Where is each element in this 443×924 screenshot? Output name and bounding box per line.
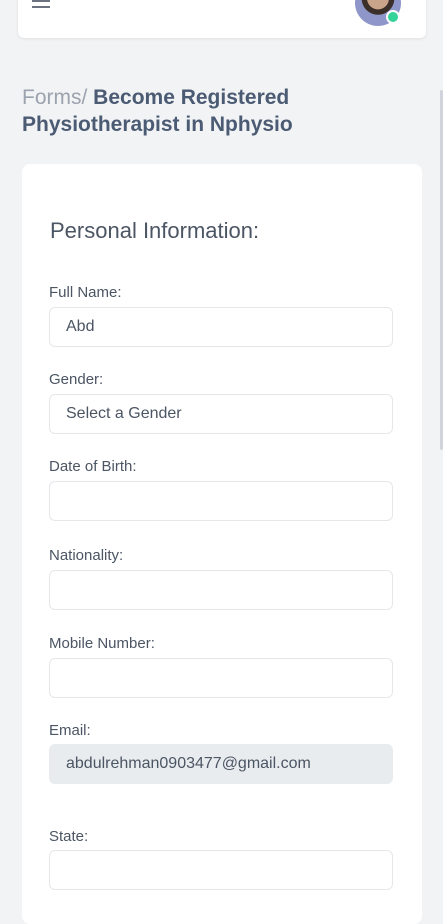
gender-select[interactable]: Select a Gender <box>49 394 393 434</box>
mobile-field[interactable] <box>49 658 393 698</box>
email-label: Email: <box>49 722 91 739</box>
dob-field[interactable] <box>49 481 393 521</box>
full-name-field[interactable] <box>49 307 393 347</box>
section-title: Personal Information: <box>50 218 260 243</box>
nationality-field[interactable] <box>49 570 393 610</box>
mobile-input[interactable] <box>66 659 376 697</box>
user-avatar[interactable] <box>355 0 401 26</box>
dob-input[interactable] <box>66 482 376 520</box>
breadcrumb: Forms/ Become Registered Physiotherapist… <box>22 84 422 138</box>
state-label: State: <box>49 828 89 845</box>
online-status-icon <box>386 10 400 24</box>
state-field[interactable] <box>49 850 393 890</box>
personal-info-card: Personal Information: Full Name: Gender:… <box>22 164 422 924</box>
mobile-label: Mobile Number: <box>49 635 155 652</box>
hamburger-icon[interactable] <box>32 0 52 10</box>
full-name-input[interactable] <box>66 308 376 346</box>
gender-label: Gender: <box>49 371 104 388</box>
nationality-label: Nationality: <box>49 547 124 564</box>
full-name-label: Full Name: <box>49 284 122 301</box>
state-input[interactable] <box>66 851 376 889</box>
dob-label: Date of Birth: <box>49 458 137 475</box>
nationality-input[interactable] <box>66 571 376 609</box>
email-field: abdulrehman0903477@gmail.com <box>49 744 393 784</box>
breadcrumb-root[interactable]: Forms/ <box>22 86 87 109</box>
